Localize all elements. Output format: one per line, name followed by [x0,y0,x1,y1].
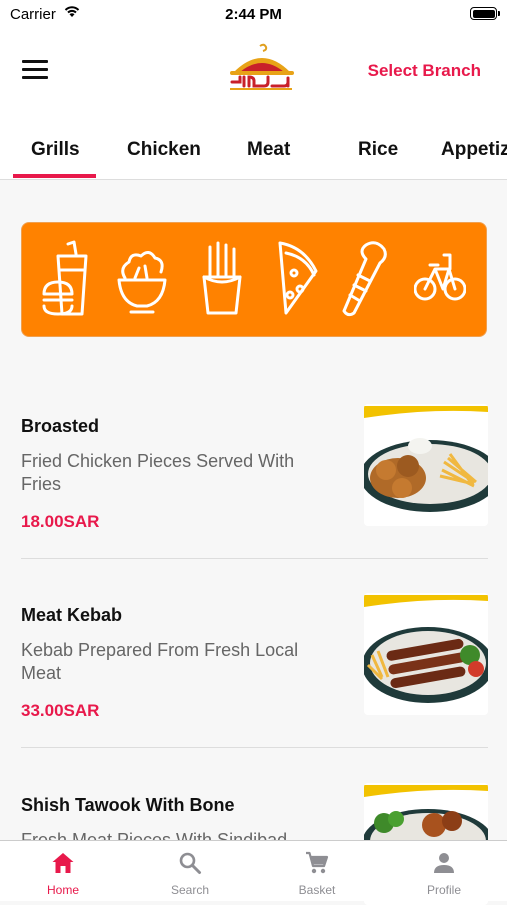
fries-icon [202,241,242,315]
broasted-dish-image[interactable] [364,404,488,526]
tabbar-search[interactable]: Search [127,841,253,901]
cart-icon [306,851,329,874]
hamburger-menu-icon[interactable] [22,60,48,82]
restaurant-logo [230,43,294,90]
wrap-icon [342,241,387,317]
item-title: Shish Tawook With Bone [21,795,235,815]
status-time: 2:44 PM [225,6,282,23]
bottom-tab-bar: Home Search Basket Profile [0,840,507,901]
bicycle-icon [414,253,466,301]
divider [21,747,488,748]
item-description: Kebab Prepared From Fresh Local Meat [21,640,299,683]
tab-meat[interactable]: Meat [247,139,290,161]
divider [21,558,488,559]
search-icon [179,852,201,874]
salad-bowl-icon [117,251,167,314]
tabbar-profile-label: Profile [426,883,461,897]
tab-rice[interactable]: Rice [358,139,398,161]
home-icon [52,853,74,873]
tab-appetizers[interactable]: Appetiz [441,139,507,161]
tab-grills[interactable]: Grills [31,139,80,161]
tab-chicken[interactable]: Chicken [127,139,201,161]
item-title: Broasted [21,416,100,436]
promo-banner[interactable] [21,222,487,337]
tabbar-basket-label: Basket [298,883,336,897]
item-description: Fried Chicken Pieces Served With Fries [21,451,295,494]
tabbar-basket[interactable]: Basket [254,841,380,901]
tabbar-profile[interactable]: Profile [381,841,507,901]
item-price: 18.00SAR [21,512,100,531]
item-price: 33.00SAR [21,701,100,720]
category-tabs: Grills Chicken Meat Rice Appetiz [0,115,507,180]
select-branch-button[interactable]: Select Branch [368,61,481,81]
battery-icon [470,7,500,20]
status-bar: Carrier 2:44 PM [0,0,507,30]
tabbar-home-label: Home [46,883,79,897]
tabbar-search-label: Search [170,883,210,897]
pizza-slice-icon [278,241,318,315]
app-header: Select Branch [0,30,507,115]
item-title: Meat Kebab [21,605,123,625]
active-tab-indicator [13,174,96,178]
tabbar-home[interactable]: Home [0,841,126,901]
drink-cup-icon [42,240,88,316]
person-icon [434,853,454,873]
meat-kebab-image[interactable] [364,593,488,715]
